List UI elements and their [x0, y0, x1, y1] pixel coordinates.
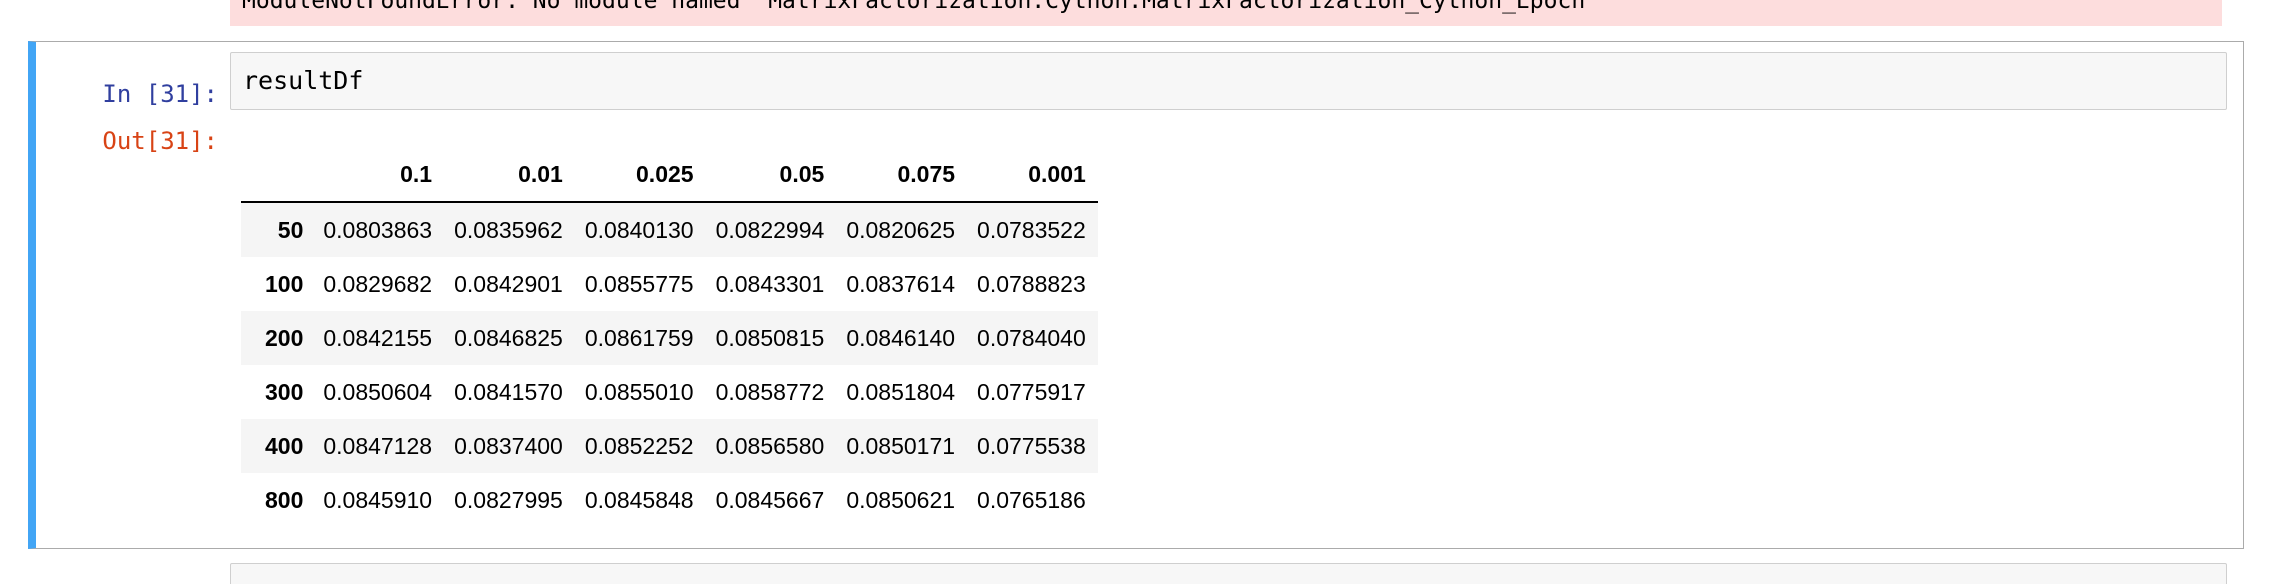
code-text[interactable]: resultDf [243, 68, 363, 93]
next-code-cell-input[interactable] [230, 563, 2227, 584]
table-row: 800 0.0845910 0.0827995 0.0845848 0.0845… [241, 473, 1098, 527]
table-cell: 0.0841570 [454, 378, 563, 405]
column-header: 0.1 [313, 148, 445, 203]
table-cell: 0.0775538 [977, 432, 1086, 459]
row-index: 800 [265, 486, 304, 513]
table-cell: 0.0783522 [977, 216, 1086, 243]
input-prompt: In [31]: [102, 80, 218, 108]
row-index: 300 [265, 378, 304, 405]
row-index: 200 [265, 324, 304, 351]
table-cell: 0.0858772 [715, 378, 825, 405]
table-cell: 0.0843301 [715, 270, 825, 297]
row-index: 400 [265, 432, 304, 459]
column-header: 0.025 [574, 148, 706, 203]
table-cell: 0.0845667 [715, 486, 825, 513]
table-cell: 0.0842901 [454, 270, 563, 297]
table-cell: 0.0861759 [584, 324, 694, 351]
table-cell: 0.0775917 [977, 378, 1086, 405]
table-cell: 0.0850815 [715, 324, 825, 351]
table-cell: 0.0850171 [846, 432, 956, 459]
table-header-row: 0.1 0.01 0.025 0.05 0.075 0.001 [241, 148, 1098, 203]
index-header [241, 148, 314, 203]
table-cell: 0.0822994 [715, 216, 825, 243]
table-cell: 0.0788823 [977, 270, 1086, 297]
column-header: 0.001 [967, 148, 1098, 203]
table-row: 100 0.0829682 0.0842901 0.0855775 0.0843… [241, 257, 1098, 311]
table-cell: 0.0829682 [323, 270, 433, 297]
table-cell: 0.0784040 [977, 324, 1086, 351]
table-row: 50 0.0803863 0.0835962 0.0840130 0.08229… [241, 202, 1098, 257]
column-header: 0.05 [705, 148, 837, 203]
table-cell: 0.0845848 [584, 486, 694, 513]
table-row: 200 0.0842155 0.0846825 0.0861759 0.0850… [241, 311, 1098, 365]
table-cell: 0.0827995 [454, 486, 563, 513]
table-cell: 0.0856580 [715, 432, 825, 459]
table-cell: 0.0845910 [323, 486, 433, 513]
table-cell: 0.0803863 [323, 216, 433, 243]
table-cell: 0.0851804 [846, 378, 956, 405]
table-cell: 0.0820625 [846, 216, 956, 243]
table-cell: 0.0842155 [323, 324, 433, 351]
table-cell: 0.0846140 [846, 324, 956, 351]
table-cell: 0.0846825 [454, 324, 563, 351]
table-cell: 0.0850621 [846, 486, 956, 513]
dataframe-table: 0.1 0.01 0.025 0.05 0.075 0.001 50 0.080… [241, 148, 1098, 527]
table-cell: 0.0855010 [584, 378, 694, 405]
error-message: ModuleNotFoundError: No module named 'Ma… [242, 0, 1600, 14]
table-row: 300 0.0850604 0.0841570 0.0855010 0.0858… [241, 365, 1098, 419]
column-header: 0.075 [836, 148, 968, 203]
column-header: 0.01 [444, 148, 575, 203]
table-cell: 0.0835962 [454, 216, 563, 243]
row-index: 100 [265, 270, 304, 297]
table-cell: 0.0765186 [977, 486, 1086, 513]
table-cell: 0.0852252 [584, 432, 694, 459]
table-cell: 0.0837400 [454, 432, 563, 459]
code-input-editor[interactable]: resultDf [230, 52, 2227, 110]
table-cell: 0.0837614 [846, 270, 956, 297]
previous-error-output: ModuleNotFoundError: No module named 'Ma… [230, 0, 2222, 26]
table-cell: 0.0840130 [584, 216, 694, 243]
table-cell: 0.0850604 [323, 378, 433, 405]
table-row: 400 0.0847128 0.0837400 0.0852252 0.0856… [241, 419, 1098, 473]
table-cell: 0.0855775 [584, 270, 694, 297]
table-cell: 0.0847128 [323, 432, 433, 459]
row-index: 50 [277, 216, 304, 243]
output-prompt: Out[31]: [102, 127, 218, 155]
